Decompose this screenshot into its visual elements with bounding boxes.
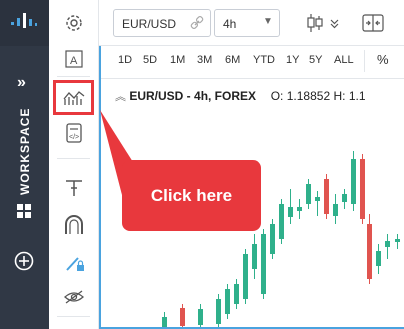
click-here-callout: Click here [122, 160, 261, 231]
callout-text: Click here [150, 185, 233, 205]
